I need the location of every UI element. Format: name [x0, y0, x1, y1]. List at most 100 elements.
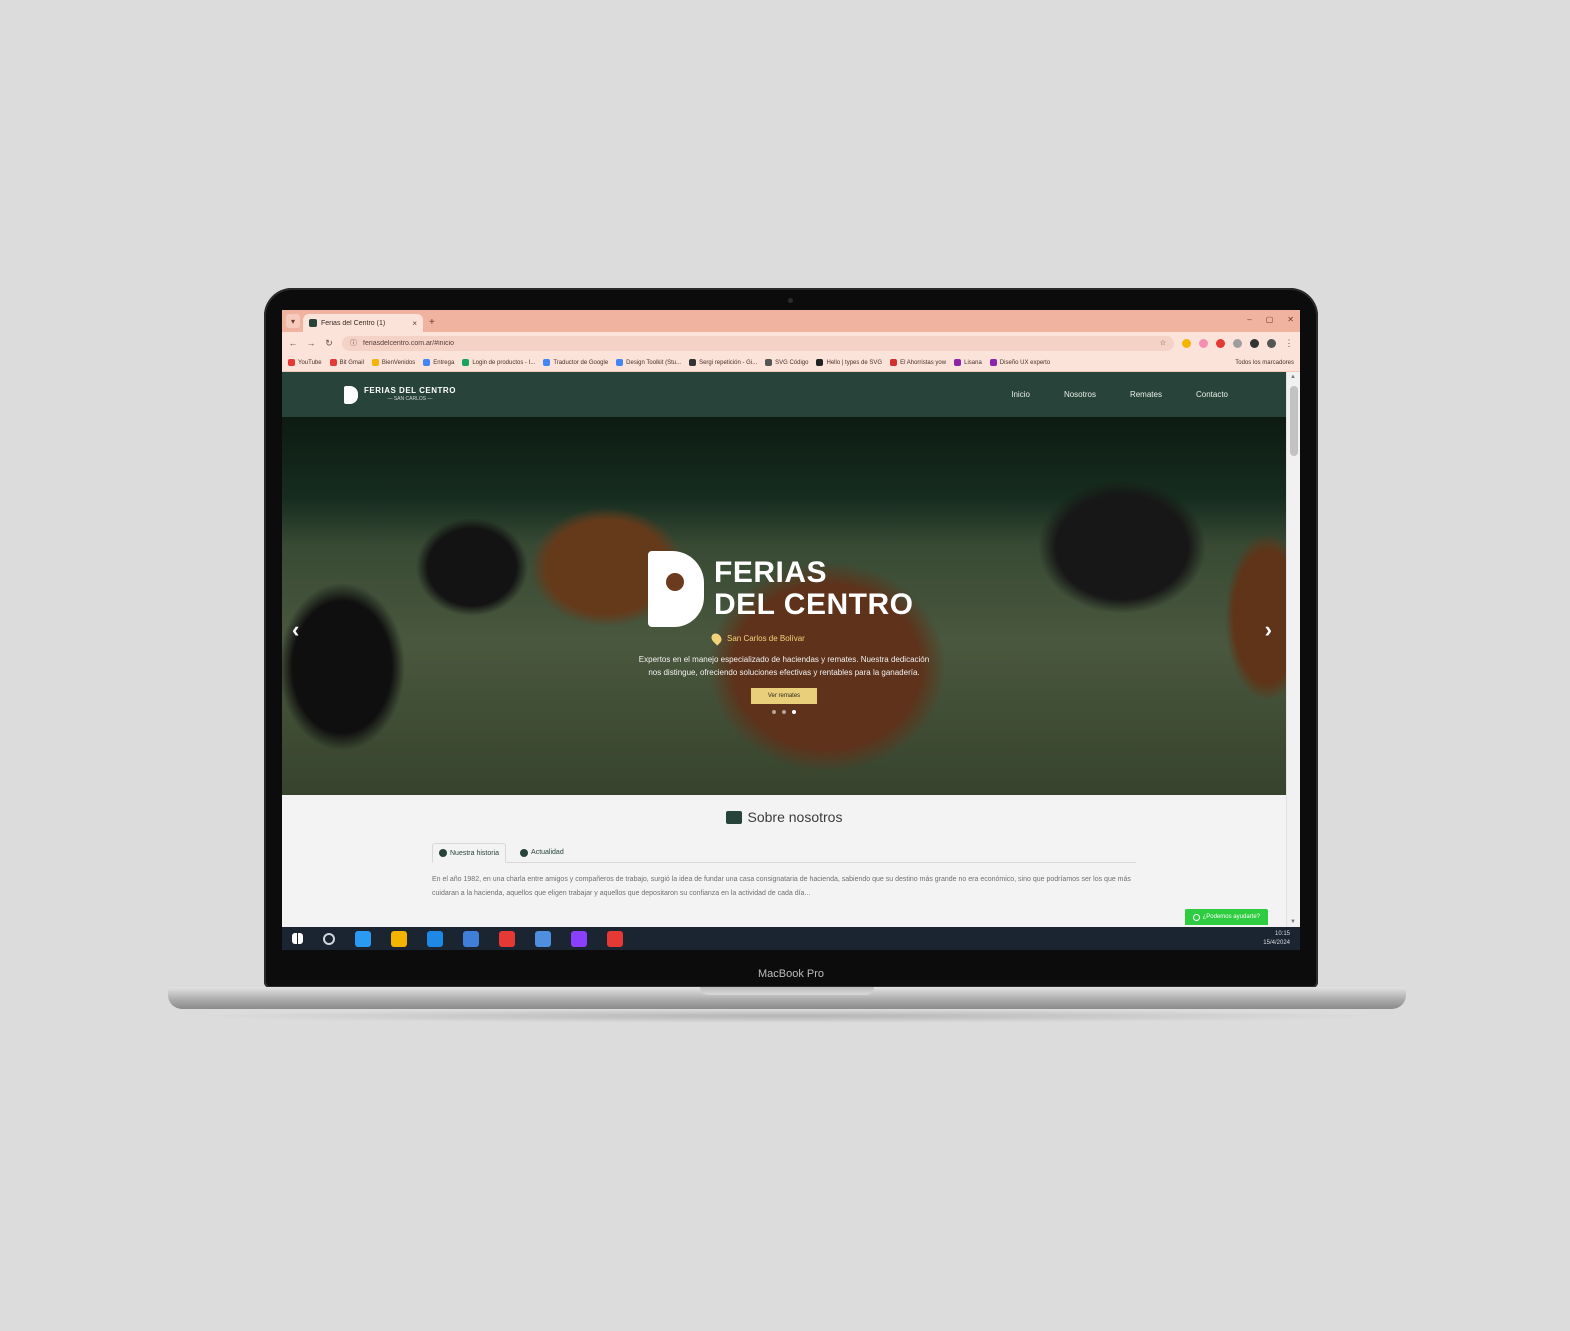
site-logo[interactable]: FERIAS DEL CENTRO — SAN CARLOS —	[344, 385, 456, 404]
bookmark-item[interactable]: SVG Código	[765, 359, 808, 366]
bookmark-item[interactable]: El Ahorristas yow	[890, 359, 946, 366]
close-tab-icon[interactable]: ×	[412, 319, 417, 328]
tab-actualidad[interactable]: Actualidad	[514, 843, 570, 862]
bookmark-item[interactable]: Entrega	[423, 359, 454, 366]
carousel-dot[interactable]	[782, 709, 786, 714]
close-window-icon[interactable]: ✕	[1287, 315, 1294, 324]
whatsapp-icon	[1192, 913, 1200, 921]
extension-icon[interactable]	[1216, 338, 1225, 348]
hero-logo-icon	[648, 551, 704, 627]
carousel-dot[interactable]	[772, 709, 776, 714]
new-tab-icon[interactable]: +	[429, 317, 435, 328]
laptop-screen: ▾ Ferias del Centro (1) × + – ▢ ✕ ← → ↻ …	[282, 310, 1300, 950]
taskbar-app-icon[interactable]	[571, 930, 587, 947]
taskbar-clock[interactable]: 10:15 15/4/2024	[1263, 930, 1290, 948]
bookmark-favicon-icon	[616, 359, 624, 366]
building-icon	[725, 810, 742, 824]
bookmark-item[interactable]: Design Toolkit (Stu...	[616, 359, 681, 366]
site-navbar: FERIAS DEL CENTRO — SAN CARLOS — Inicio …	[282, 372, 1286, 417]
tab-search-icon[interactable]: ▾	[286, 314, 300, 328]
bookmark-favicon-icon	[543, 359, 551, 366]
minimize-icon[interactable]: –	[1247, 315, 1251, 324]
hero-title-line2: DEL CENTRO	[714, 588, 914, 621]
history-icon	[439, 849, 447, 857]
main-menu: Inicio Nosotros Remates Contacto	[1011, 390, 1228, 399]
extension-icon[interactable]	[1233, 338, 1242, 348]
menu-item-remates[interactable]: Remates	[1130, 390, 1162, 399]
bookmark-item[interactable]: Lisana	[954, 359, 982, 366]
whatsapp-button[interactable]: ¿Podemos ayudarte?	[1184, 909, 1268, 925]
browser-tab[interactable]: Ferias del Centro (1) ×	[303, 314, 423, 332]
bookmark-item[interactable]: Sergi repetición - Gi...	[689, 359, 757, 366]
bookmark-star-icon[interactable]: ☆	[1160, 339, 1166, 347]
laptop-shadow	[190, 1009, 1384, 1023]
about-tabs: Nuestra historia Actualidad	[432, 843, 1136, 863]
bookmark-label: Lisana	[964, 359, 982, 366]
hero-carousel: ‹ › FERIAS DEL CENTRO San Carlos de Bolí…	[282, 417, 1286, 795]
bookmark-label: Sergi repetición - Gi...	[699, 359, 758, 366]
tab-title: Ferias del Centro (1)	[321, 319, 386, 327]
tab-nuestra-historia[interactable]: Nuestra historia	[432, 843, 507, 863]
carousel-dot[interactable]	[792, 709, 796, 714]
back-icon[interactable]: ←	[288, 338, 298, 348]
scrollbar-thumb[interactable]	[1290, 386, 1298, 456]
favicon-icon	[309, 319, 317, 327]
clock-time: 10:15	[1274, 930, 1290, 937]
bookmark-label: Login de productos - I...	[472, 359, 536, 366]
page-scrollbar[interactable]: ▲ ▼	[1286, 372, 1300, 927]
search-icon[interactable]	[323, 932, 335, 945]
bookmark-favicon-icon	[462, 359, 470, 366]
laptop-notch	[700, 987, 874, 995]
maximize-icon[interactable]: ▢	[1266, 315, 1274, 324]
address-bar[interactable]: ⓘ feriasdelcentro.com.ar/#inicio ☆	[342, 335, 1174, 351]
bookmark-item[interactable]: Bit Gmail	[329, 359, 364, 366]
menu-item-inicio[interactable]: Inicio	[1011, 390, 1030, 399]
bookmark-favicon-icon	[954, 359, 962, 366]
taskbar-app-icon[interactable]	[427, 930, 443, 947]
bookmark-item[interactable]: BienVenidos	[371, 359, 416, 366]
site-info-icon[interactable]: ⓘ	[350, 338, 357, 348]
extensions-puzzle-icon[interactable]	[1250, 338, 1259, 348]
bookmark-item[interactable]: Login de productos - I...	[462, 359, 535, 366]
bookmark-item[interactable]: Traductor de Google	[543, 359, 608, 366]
profile-icon[interactable]	[1267, 338, 1276, 348]
bookmark-label: Bit Gmail	[339, 359, 364, 366]
about-heading: Sobre nosotros	[282, 809, 1286, 825]
tab-label: Actualidad	[531, 849, 564, 856]
windows-start-icon[interactable]	[292, 933, 303, 944]
location-pin-icon	[709, 631, 724, 646]
extension-icon[interactable]	[1199, 338, 1208, 348]
reload-icon[interactable]: ↻	[324, 338, 334, 349]
clock-date: 15/4/2024	[1263, 939, 1290, 946]
taskbar-app-icon[interactable]	[499, 930, 515, 947]
bookmark-item[interactable]: YouTube	[288, 359, 322, 366]
hero-title: FERIAS DEL CENTRO	[714, 556, 914, 622]
about-text: En el año 1982, en una charla entre amig…	[432, 876, 1131, 897]
about-title: Sobre nosotros	[747, 809, 843, 825]
carousel-prev-icon[interactable]: ‹	[292, 617, 299, 643]
bookmark-label: BienVenidos	[381, 359, 416, 366]
extension-icon[interactable]	[1182, 338, 1191, 348]
bookmark-favicon-icon	[371, 359, 379, 366]
forward-icon[interactable]: →	[306, 338, 316, 348]
bookmark-favicon-icon	[689, 359, 697, 366]
menu-dots-icon[interactable]: ⋮	[1284, 338, 1294, 349]
menu-item-contacto[interactable]: Contacto	[1196, 390, 1228, 399]
url-text: feriasdelcentro.com.ar/#inicio	[363, 339, 455, 347]
bookmark-item[interactable]: Hello | types de SVG	[816, 359, 882, 366]
bookmark-label: YouTube	[298, 359, 322, 366]
carousel-next-icon[interactable]: ›	[1265, 617, 1272, 643]
taskbar-app-icon[interactable]	[463, 930, 479, 947]
bookmark-item[interactable]: Diseño UX experto	[989, 359, 1050, 366]
taskbar-app-icon[interactable]	[607, 930, 623, 947]
all-bookmarks[interactable]: Todos los marcadores	[1235, 360, 1294, 366]
bookmark-label: El Ahorristas yow	[900, 359, 947, 366]
menu-item-nosotros[interactable]: Nosotros	[1064, 390, 1096, 399]
bookmark-favicon-icon	[989, 359, 997, 366]
taskbar-app-icon[interactable]	[355, 930, 371, 947]
scroll-down-icon[interactable]: ▼	[1290, 919, 1296, 925]
ver-remates-button[interactable]: Ver remates	[751, 687, 817, 704]
taskbar-app-icon[interactable]	[535, 930, 551, 947]
taskbar-app-icon[interactable]	[391, 930, 407, 947]
scroll-up-icon[interactable]: ▲	[1290, 374, 1296, 380]
